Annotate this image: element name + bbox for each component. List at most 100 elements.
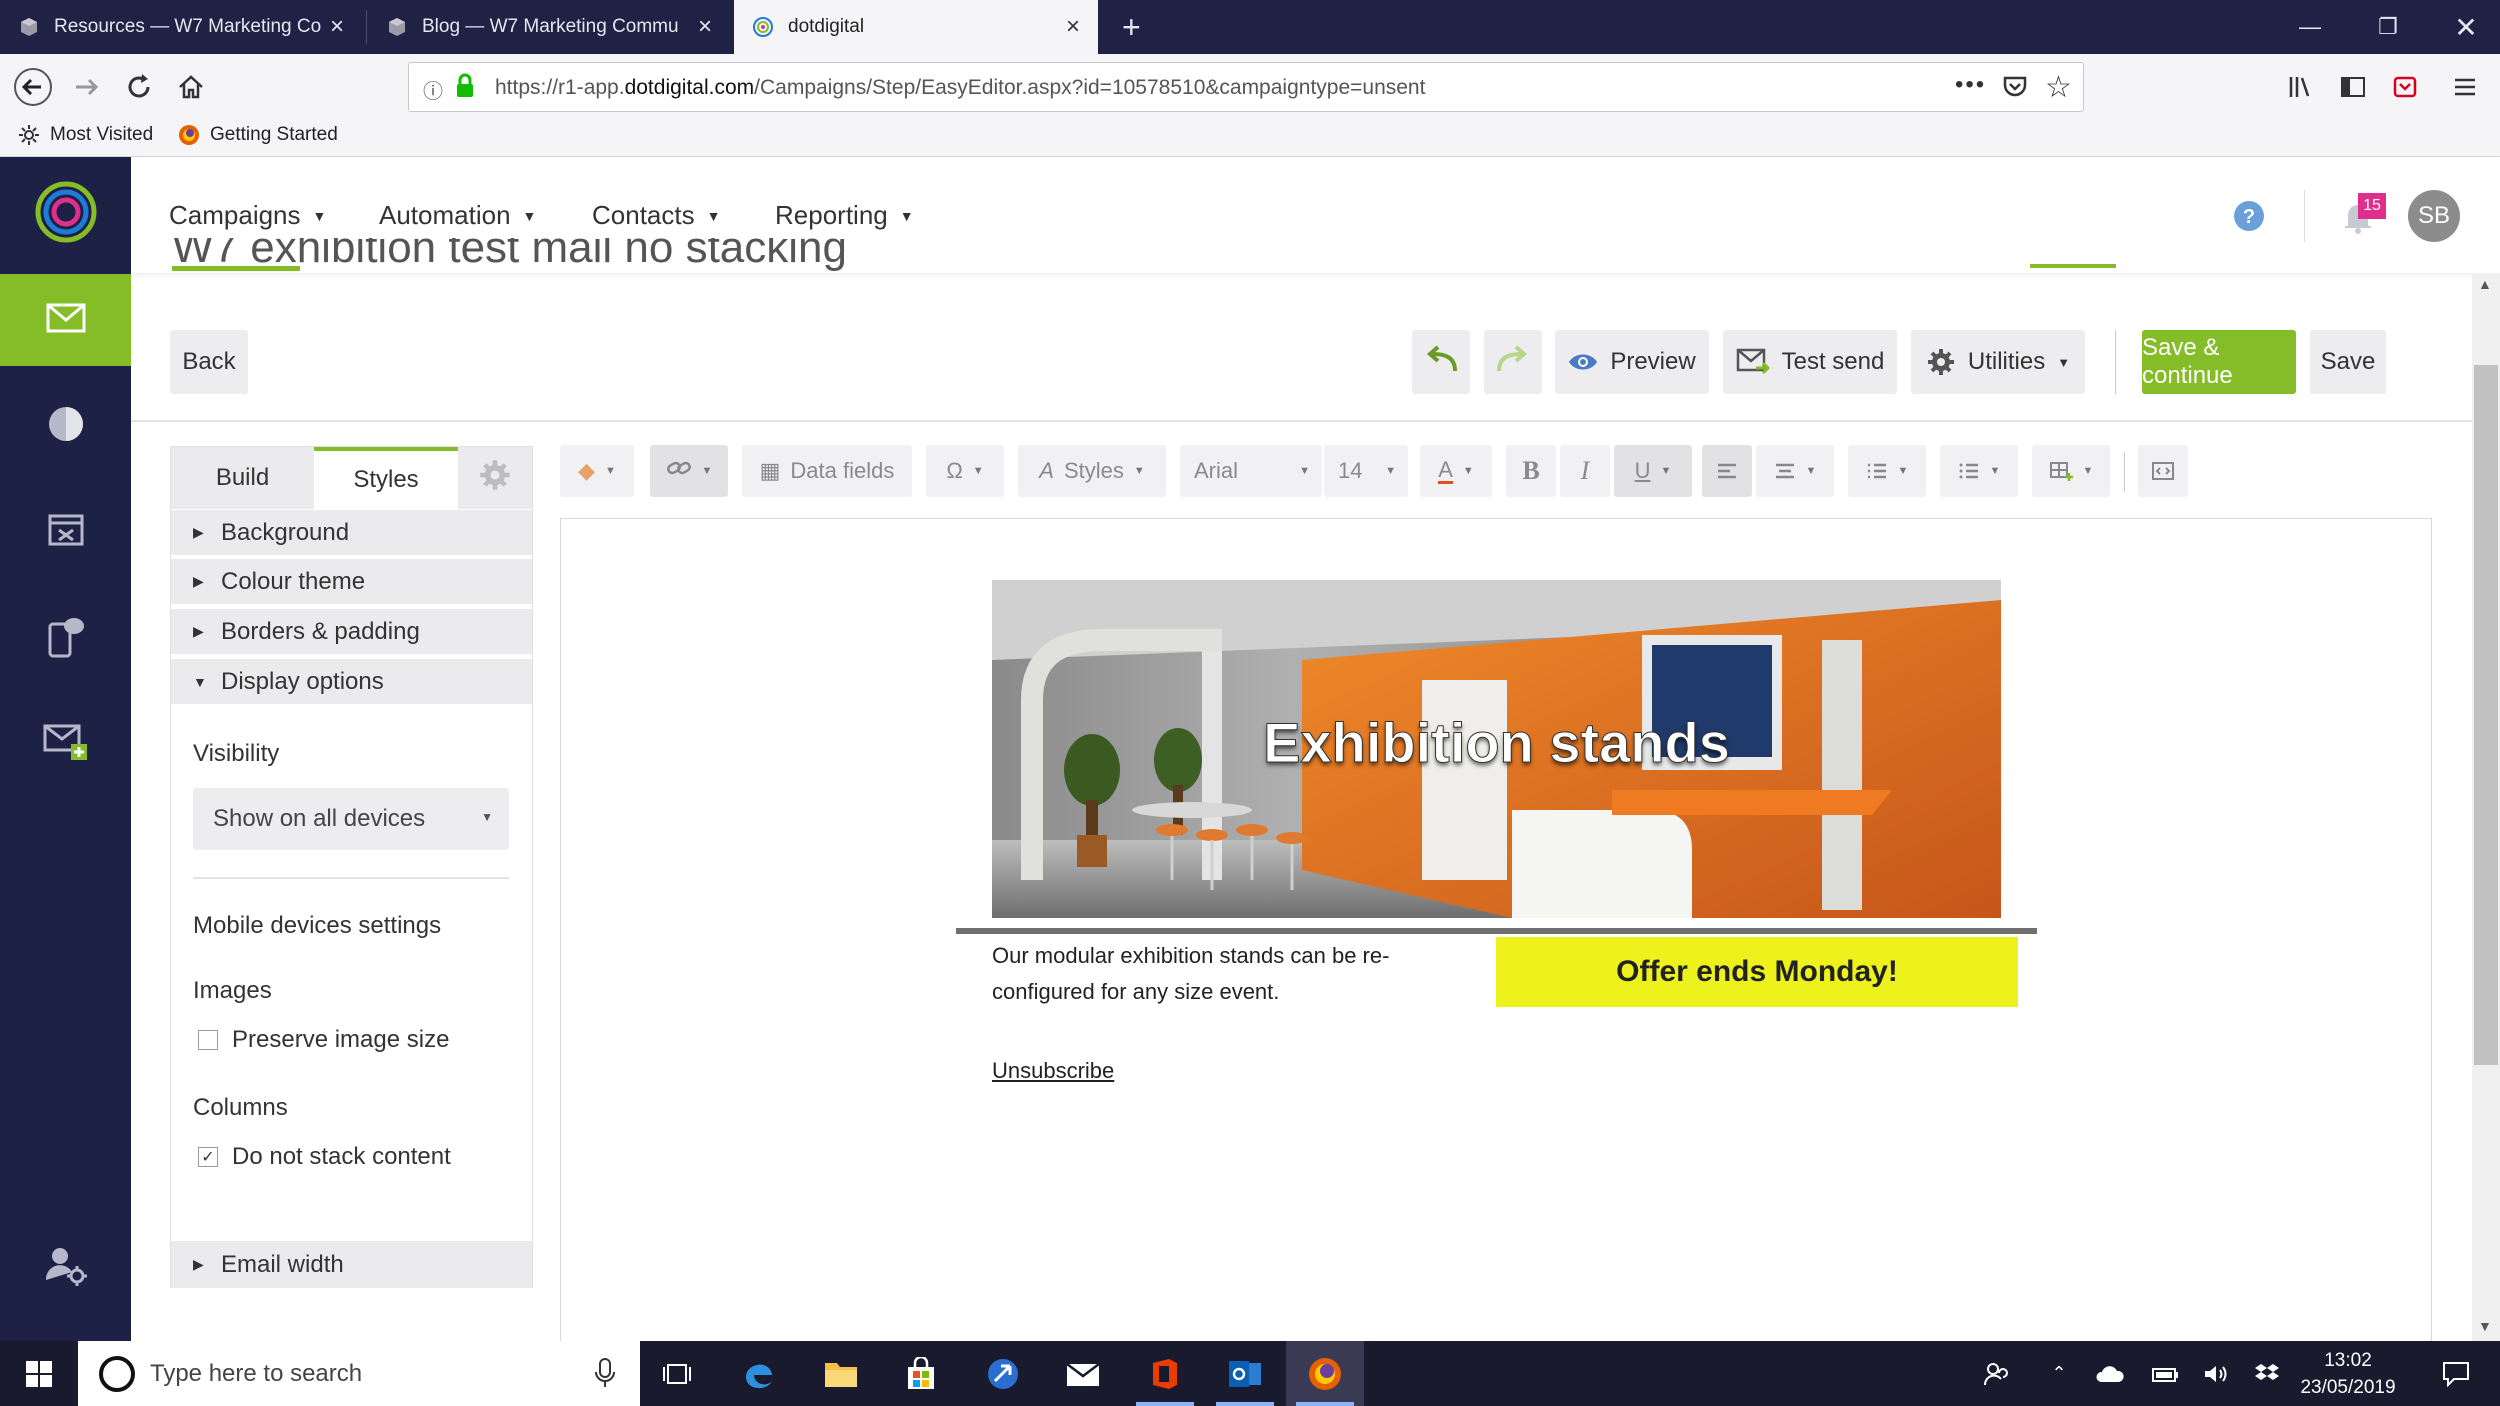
align-left-icon[interactable]: [1702, 445, 1752, 497]
section-borders-padding[interactable]: ▶ Borders & padding: [171, 609, 532, 656]
italic-icon[interactable]: I: [1560, 445, 1610, 497]
size-select[interactable]: 14 ▼: [1324, 445, 1408, 497]
help-icon[interactable]: ?: [2233, 200, 2265, 237]
minimize-icon[interactable]: —: [2270, 0, 2350, 54]
tab-settings[interactable]: [458, 447, 532, 509]
battery-icon[interactable]: [2144, 1341, 2184, 1406]
section-background[interactable]: ▶ Background: [171, 510, 532, 557]
close-tab-icon[interactable]: ×: [1066, 13, 1080, 41]
url-bar[interactable]: ⓘ https://r1-app.dotdigital.com/Campaign…: [408, 62, 2084, 112]
section-email-width[interactable]: ▶ Email width: [171, 1241, 532, 1288]
browser-tab-resources[interactable]: Resources — W7 Marketing Co ×: [0, 0, 362, 54]
forward-arrow-icon[interactable]: [62, 62, 112, 112]
sidebar-item-campaigns[interactable]: [0, 274, 131, 366]
scroll-down-icon[interactable]: ▼: [2478, 1318, 2492, 1334]
preserve-image-size-checkbox[interactable]: Preserve image size: [198, 1026, 449, 1054]
menu-campaigns[interactable]: Campaigns ▼: [169, 200, 326, 231]
ordered-list-tool[interactable]: ▼: [1848, 445, 1926, 497]
checkbox-unchecked[interactable]: [198, 1030, 218, 1050]
menu-contacts[interactable]: Contacts ▼: [592, 200, 720, 231]
sidebar-item-settings[interactable]: [0, 1222, 131, 1314]
checkmark-icon[interactable]: ✓: [198, 1147, 218, 1167]
data-fields-tool[interactable]: ▦ Data fields: [742, 445, 912, 497]
hamburger-menu-icon[interactable]: [2440, 62, 2490, 112]
info-icon[interactable]: ⓘ: [423, 75, 443, 104]
section-display-options[interactable]: ▼ Display options: [171, 659, 532, 706]
close-tab-icon[interactable]: ×: [698, 13, 712, 41]
bookmark-most-visited[interactable]: Most Visited: [18, 124, 153, 146]
section-colour-theme[interactable]: ▶ Colour theme: [171, 559, 532, 606]
back-button[interactable]: Back: [170, 330, 248, 394]
save-continue-button[interactable]: Save & continue: [2142, 330, 2296, 394]
align-center-tool[interactable]: ▼: [1756, 445, 1834, 497]
sidebar-item-automation[interactable]: [0, 486, 131, 578]
restore-icon[interactable]: ❐: [2348, 0, 2428, 54]
pocket-list-icon[interactable]: [2380, 62, 2430, 112]
windows-start-icon[interactable]: [0, 1341, 78, 1406]
menu-automation[interactable]: Automation ▼: [379, 200, 536, 231]
hero-image[interactable]: Exhibition stands: [992, 580, 2001, 918]
task-view-icon[interactable]: [638, 1341, 716, 1406]
test-send-button[interactable]: Test send: [1723, 330, 1897, 394]
tab-build[interactable]: Build: [171, 447, 314, 509]
source-code-icon[interactable]: [2138, 445, 2188, 497]
scrollbar-thumb[interactable]: [2474, 365, 2498, 1065]
underline-tool[interactable]: U ▼: [1614, 445, 1692, 497]
microphone-icon[interactable]: [594, 1357, 616, 1394]
dotdigital-logo[interactable]: [0, 166, 131, 258]
office-icon[interactable]: [1126, 1341, 1204, 1406]
offer-banner[interactable]: Offer ends Monday!: [1496, 937, 2018, 1007]
onedrive-icon[interactable]: [2090, 1341, 2130, 1406]
redo-button[interactable]: [1484, 330, 1542, 394]
star-icon[interactable]: ☆: [2045, 70, 2072, 105]
tray-chevron-up-icon[interactable]: ⌃: [2042, 1341, 2076, 1406]
email-body-text[interactable]: Our modular exhibition stands can be re-…: [992, 938, 1432, 1010]
volume-icon[interactable]: [2196, 1341, 2236, 1406]
firefox-taskbar-icon[interactable]: [1286, 1341, 1364, 1406]
tab-styles[interactable]: Styles: [314, 447, 458, 509]
visibility-select[interactable]: Show on all devices ▼: [193, 788, 509, 850]
close-tab-icon[interactable]: ×: [330, 13, 344, 41]
bullet-list-tool[interactable]: ▼: [1940, 445, 2018, 497]
home-icon[interactable]: [166, 62, 216, 112]
sidebar-toggle-icon[interactable]: [2328, 62, 2378, 112]
app-shortcut-icon[interactable]: [964, 1341, 1042, 1406]
styles-tool[interactable]: A Styles ▼: [1018, 445, 1166, 497]
bold-icon[interactable]: B: [1506, 445, 1556, 497]
preview-button[interactable]: Preview: [1555, 330, 1709, 394]
paint-tool[interactable]: ◆ ▼: [560, 445, 634, 497]
library-icon[interactable]: [2276, 62, 2326, 112]
outlook-icon[interactable]: [1206, 1341, 1284, 1406]
taskbar-search[interactable]: Type here to search: [78, 1341, 640, 1406]
link-tool[interactable]: ▼: [650, 445, 728, 497]
menu-reporting[interactable]: Reporting ▼: [775, 200, 914, 231]
special-char-tool[interactable]: Ω ▼: [926, 445, 1004, 497]
reload-icon[interactable]: [114, 62, 164, 112]
mail-icon[interactable]: [1044, 1341, 1122, 1406]
sidebar-item-sms[interactable]: [0, 592, 131, 684]
unsubscribe-link[interactable]: Unsubscribe: [992, 1058, 1114, 1084]
people-icon[interactable]: [1976, 1341, 2016, 1406]
store-icon[interactable]: [882, 1341, 960, 1406]
more-actions-icon[interactable]: •••: [1955, 71, 1986, 99]
taskbar-clock[interactable]: 13:02 23/05/2019: [2268, 1347, 2428, 1401]
notification-center-icon[interactable]: [2426, 1341, 2486, 1406]
sidebar-item-new-campaign[interactable]: [0, 698, 131, 790]
back-arrow-icon[interactable]: [8, 62, 58, 112]
browser-tab-blog[interactable]: Blog — W7 Marketing Commu ×: [368, 0, 730, 54]
utilities-button[interactable]: Utilities ▼: [1911, 330, 2085, 394]
pocket-icon[interactable]: [2001, 73, 2029, 106]
text-color-tool[interactable]: A ▼: [1420, 445, 1492, 497]
edge-icon[interactable]: [720, 1341, 798, 1406]
close-window-icon[interactable]: ✕: [2426, 0, 2500, 54]
table-tool[interactable]: ▼: [2032, 445, 2110, 497]
font-select[interactable]: Arial ▼: [1180, 445, 1322, 497]
new-tab-icon[interactable]: +: [1104, 0, 1154, 54]
browser-tab-dotdigital[interactable]: dotdigital ×: [734, 0, 1098, 54]
file-explorer-icon[interactable]: [802, 1341, 880, 1406]
avatar[interactable]: SB: [2408, 190, 2460, 242]
undo-button[interactable]: [1412, 330, 1470, 394]
scroll-up-icon[interactable]: ▲: [2478, 276, 2492, 292]
do-not-stack-checkbox[interactable]: ✓ Do not stack content: [198, 1143, 451, 1171]
bookmark-getting-started[interactable]: Getting Started: [178, 124, 338, 146]
